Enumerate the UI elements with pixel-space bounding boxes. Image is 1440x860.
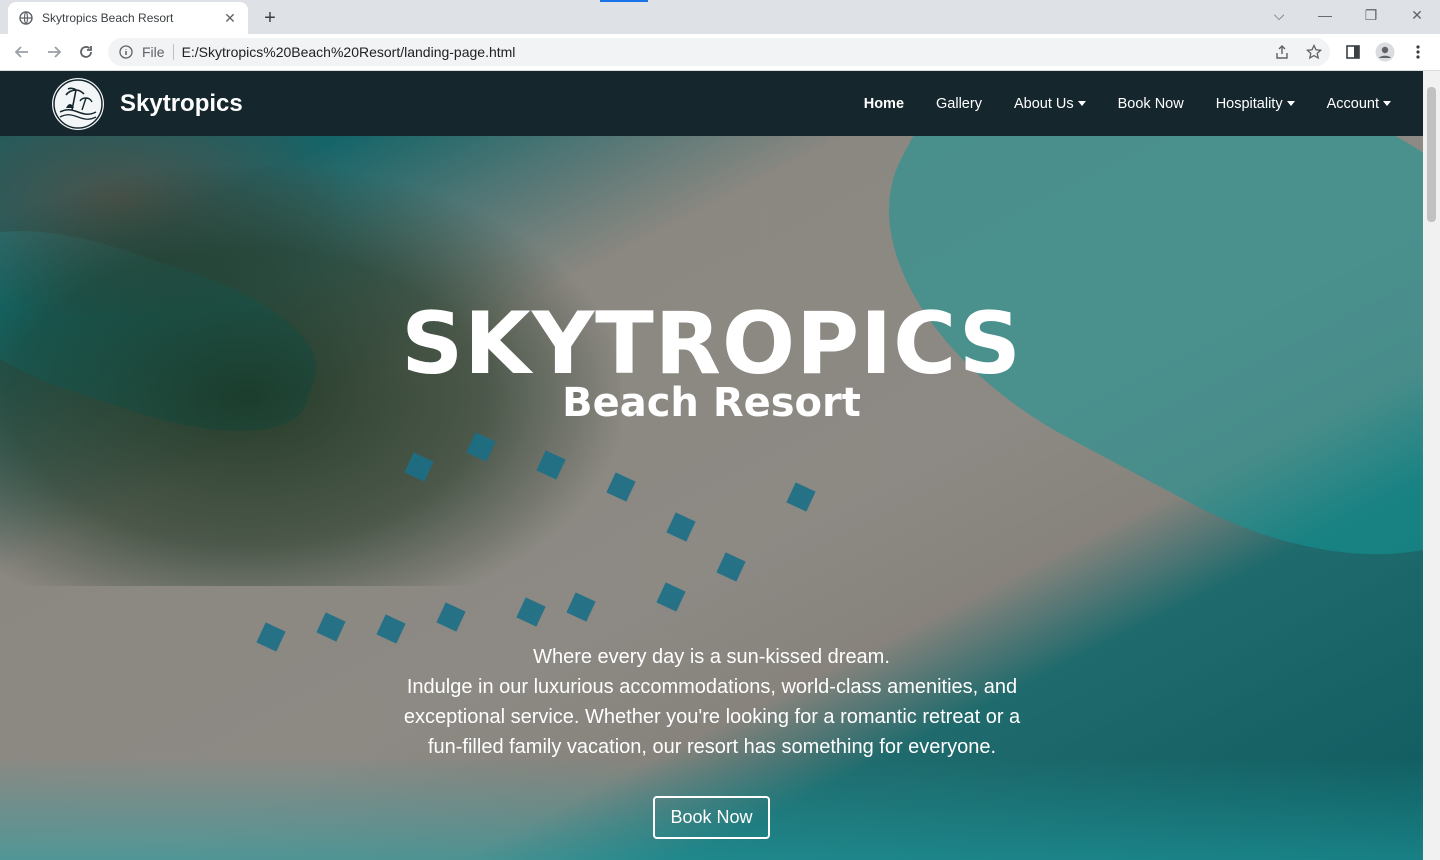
hero-description: Indulge in our luxurious accommodations,… (403, 676, 1021, 758)
nav-book-now[interactable]: Book Now (1118, 96, 1184, 112)
separator (172, 44, 174, 60)
menu-kebab-icon[interactable] (1404, 38, 1432, 66)
beach-umbrella (786, 482, 816, 512)
beach-umbrella (716, 552, 746, 582)
restore-button[interactable]: ❐ (1348, 0, 1394, 30)
address-bar[interactable]: File E:/Skytropics%20Beach%20Resort/land… (108, 38, 1330, 66)
beach-umbrella (566, 592, 596, 622)
caret-down-icon (1077, 101, 1086, 106)
share-icon[interactable] (1268, 38, 1296, 66)
new-tab-button[interactable]: + (258, 6, 282, 30)
site-navbar: Skytropics Home Gallery About Us Book No… (0, 71, 1423, 136)
browser-toolbar: File E:/Skytropics%20Beach%20Resort/land… (0, 34, 1440, 71)
nav-account-dropdown[interactable]: Account (1327, 96, 1391, 112)
nav-about-dropdown[interactable]: About Us (1014, 96, 1086, 112)
page-scrollbar[interactable] (1423, 71, 1440, 860)
url-text[interactable]: E:/Skytropics%20Beach%20Resort/landing-p… (182, 44, 516, 60)
hero-title: SKYTROPICS (401, 294, 1022, 394)
resort-logo (52, 78, 104, 130)
loading-indicator (600, 0, 648, 2)
tab-title: Skytropics Beach Resort (42, 11, 174, 25)
nav-book-label: Book Now (1117, 95, 1184, 112)
scheme-label: File (142, 44, 165, 60)
tab-search-icon[interactable]: ⌵ (1256, 0, 1302, 30)
beach-umbrella (656, 582, 686, 612)
nav-about-label: About Us (1013, 95, 1074, 112)
beach-umbrella (516, 597, 546, 627)
hero-section: SKYTROPICS Beach Resort Where every day … (0, 136, 1423, 860)
hero-subtitle: Beach Resort (562, 380, 861, 426)
brand-link[interactable]: Skytropics (52, 78, 243, 130)
nav-home-label: Home (863, 95, 905, 112)
profile-avatar-icon[interactable] (1371, 38, 1399, 66)
beach-umbrella (376, 614, 406, 644)
nav-links: Home Gallery About Us Book Now Hospitali… (832, 71, 1391, 136)
globe-icon (18, 10, 34, 26)
nav-account-label: Account (1326, 95, 1379, 112)
bookmark-star-icon[interactable] (1300, 38, 1328, 66)
brand-name: Skytropics (120, 90, 243, 117)
browser-tab[interactable]: Skytropics Beach Resort ✕ (8, 2, 248, 34)
close-tab-icon[interactable]: ✕ (222, 10, 238, 26)
close-window-button[interactable]: ✕ (1394, 0, 1440, 30)
side-panel-icon[interactable] (1339, 38, 1367, 66)
browser-tab-strip: Skytropics Beach Resort ✕ + ⌵ — ❐ ✕ (0, 0, 1440, 34)
beach-umbrella (316, 612, 346, 642)
beach-umbrella (436, 602, 466, 632)
hero-tagline: Where every day is a sun-kissed dream. (533, 646, 890, 668)
scrollbar-thumb[interactable] (1427, 87, 1436, 222)
info-icon[interactable] (118, 44, 134, 60)
back-button[interactable] (8, 38, 36, 66)
caret-down-icon (1383, 101, 1391, 106)
caret-down-icon (1286, 101, 1295, 106)
nav-gallery-label: Gallery (936, 95, 982, 112)
minimize-button[interactable]: — (1302, 0, 1348, 30)
book-now-button[interactable]: Book Now (653, 796, 770, 839)
page-viewport: Skytropics Home Gallery About Us Book No… (0, 71, 1423, 860)
nav-gallery[interactable]: Gallery (936, 96, 982, 112)
forward-button[interactable] (40, 38, 68, 66)
reload-button[interactable] (72, 38, 100, 66)
nav-hospitality-label: Hospitality (1215, 95, 1283, 112)
nav-hospitality-dropdown[interactable]: Hospitality (1216, 96, 1295, 112)
beach-umbrella (666, 512, 696, 542)
nav-home[interactable]: Home (864, 96, 904, 112)
